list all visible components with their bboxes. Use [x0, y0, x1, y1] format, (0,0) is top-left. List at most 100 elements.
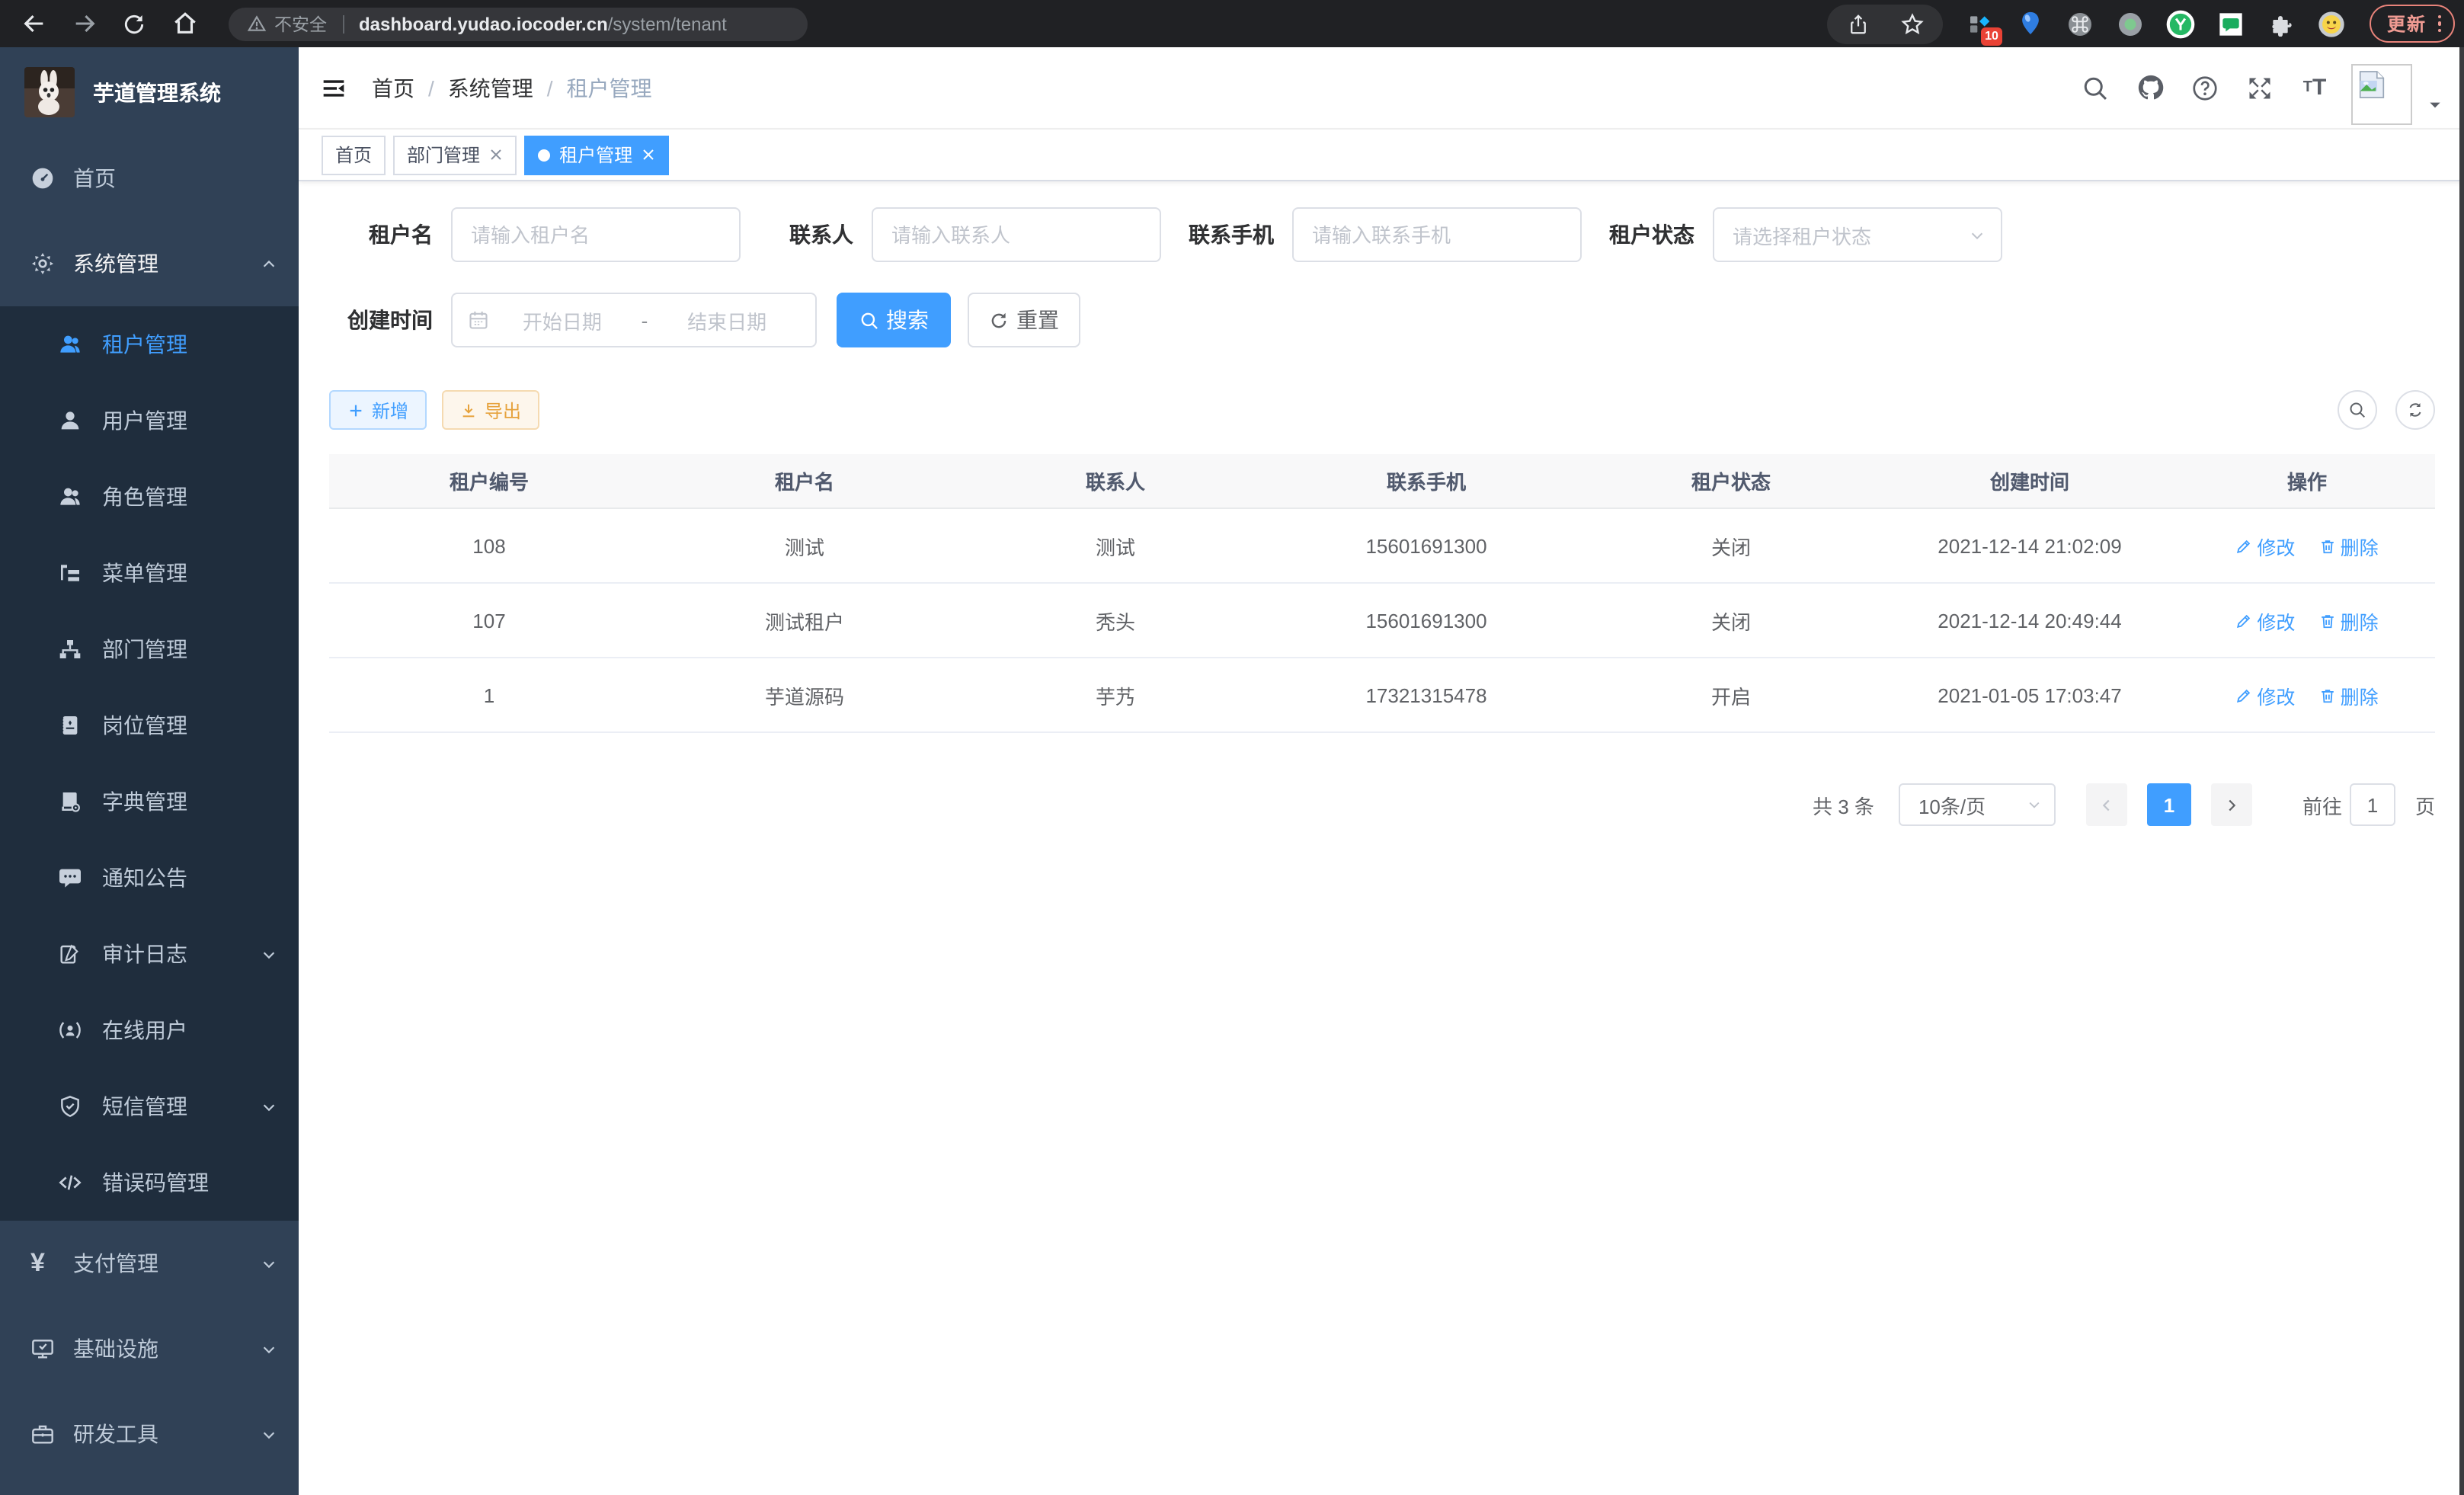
window-edge-scrollbar[interactable] [2459, 47, 2464, 1495]
tab-label: 租户管理 [559, 142, 632, 168]
extensions-puzzle-icon[interactable] [2267, 8, 2297, 39]
not-secure-icon [247, 14, 267, 34]
sidebar-item-post[interactable]: 岗位管理 [0, 687, 299, 764]
refresh-icon [989, 310, 1009, 330]
search-button[interactable]: 搜索 [837, 293, 951, 347]
breadcrumb-item[interactable]: 首页 [372, 72, 414, 103]
sidebar-item-label: 错误码管理 [102, 1167, 209, 1198]
sidebar: 芋道管理系统 首页 系统管理 [0, 47, 299, 1495]
sidebar-item-infra[interactable]: 基础设施 [0, 1306, 299, 1391]
goto-page-input[interactable] [2350, 783, 2395, 826]
sidebar-item-menu[interactable]: 菜单管理 [0, 535, 299, 611]
calendar-icon [468, 309, 489, 331]
browser-home-icon[interactable] [166, 5, 203, 42]
cell-tenant-name: 测试租户 [649, 583, 960, 658]
browser-update-button[interactable]: 更新 [2370, 5, 2455, 43]
edit-link[interactable]: 修改 [2235, 531, 2295, 560]
browser-menu-icon[interactable] [2437, 15, 2441, 33]
extension-tag-assistant-icon[interactable]: 10 [1965, 8, 1995, 39]
delete-link[interactable]: 删除 [2319, 531, 2379, 560]
sidebar-item-role[interactable]: 角色管理 [0, 459, 299, 535]
cell-status: 关闭 [1582, 508, 1880, 583]
sidebar-item-dept[interactable]: 部门管理 [0, 611, 299, 687]
trash-icon [2319, 612, 2336, 629]
refresh-table-button[interactable] [2395, 390, 2435, 430]
extension-pin-icon[interactable] [2015, 8, 2046, 39]
chevron-up-icon [261, 255, 277, 272]
extension-yuque-icon[interactable] [2166, 8, 2197, 39]
delete-link[interactable]: 删除 [2319, 680, 2379, 709]
bookmark-star-icon[interactable] [1898, 8, 1928, 39]
fullscreen-icon[interactable] [2245, 72, 2275, 103]
share-icon[interactable] [1843, 8, 1874, 39]
header-search-icon[interactable] [2080, 72, 2110, 103]
extension-command-icon[interactable] [2066, 8, 2096, 39]
sidebar-item-sms[interactable]: 短信管理 [0, 1068, 299, 1144]
browser-forward-icon[interactable] [66, 5, 102, 42]
edit-link[interactable]: 修改 [2235, 606, 2295, 635]
main-area: 首页 / 系统管理 / 租户管理 [299, 47, 2464, 1495]
breadcrumb-item[interactable]: 系统管理 [448, 72, 533, 103]
sidebar-item-user[interactable]: 用户管理 [0, 383, 299, 459]
create-time-range-picker[interactable]: 开始日期 - 结束日期 [451, 293, 817, 347]
sidebar-item-label: 菜单管理 [102, 558, 187, 588]
help-icon[interactable] [2190, 72, 2220, 103]
sidebar-item-payment[interactable]: ¥ 支付管理 [0, 1221, 299, 1306]
cell-status: 开启 [1582, 658, 1880, 732]
prev-page-button[interactable] [2086, 783, 2127, 826]
github-icon[interactable] [2135, 72, 2165, 103]
tab-tenant[interactable]: 租户管理 [524, 135, 669, 174]
browser-reload-icon[interactable] [116, 5, 152, 42]
page-number-current[interactable]: 1 [2147, 783, 2191, 826]
toggle-search-button[interactable] [2338, 390, 2377, 430]
extension-badge: 10 [1980, 27, 2003, 45]
avatar-dropdown-caret-icon[interactable] [2427, 97, 2443, 112]
sidebar-item-notice[interactable]: 通知公告 [0, 840, 299, 916]
sidebar-item-dict[interactable]: 字典管理 [0, 764, 299, 840]
tab-home[interactable]: 首页 [322, 135, 386, 174]
sidebar-item-tenant[interactable]: 租户管理 [0, 306, 299, 383]
mobile-input[interactable] [1292, 207, 1582, 262]
cell-tenant-id: 1 [329, 658, 649, 732]
log-edit-icon [58, 942, 82, 966]
tab-close-icon[interactable] [489, 148, 503, 162]
status-select[interactable]: 请选择租户状态 [1713, 207, 2002, 262]
edit-pencil-icon [2235, 687, 2252, 703]
edit-pencil-icon [2235, 537, 2252, 554]
edit-link[interactable]: 修改 [2235, 680, 2295, 709]
add-button[interactable]: 新增 [329, 390, 427, 430]
sidebar-item-online[interactable]: 在线用户 [0, 992, 299, 1068]
reset-button[interactable]: 重置 [968, 293, 1080, 347]
font-size-icon[interactable]: TT [2299, 72, 2330, 103]
tenant-name-input[interactable] [451, 207, 741, 262]
sidebar-fold-icon[interactable] [322, 75, 346, 100]
page-unit-label: 页 [2415, 790, 2435, 819]
delete-link[interactable]: 删除 [2319, 606, 2379, 635]
app-logo-row[interactable]: 芋道管理系统 [0, 47, 299, 136]
table-row: 1 芋道源码 芋艿 17321315478 开启 2021-01-05 17:0… [329, 658, 2435, 732]
contact-input[interactable] [872, 207, 1161, 262]
sidebar-item-devtools[interactable]: 研发工具 [0, 1391, 299, 1477]
page-size-select[interactable]: 10条/页 [1899, 783, 2056, 826]
sidebar-item-audit[interactable]: 审计日志 [0, 916, 299, 992]
tab-label: 首页 [335, 142, 372, 168]
tab-dept[interactable]: 部门管理 [393, 135, 517, 174]
next-page-button[interactable] [2211, 783, 2252, 826]
address-bar[interactable]: 不安全 dashboard.yudao.iocoder.cn/system/te… [229, 7, 808, 40]
sidebar-item-system[interactable]: 系统管理 [0, 221, 299, 306]
extension-chat-icon[interactable] [2216, 8, 2247, 39]
export-button[interactable]: 导出 [442, 390, 539, 430]
browser-back-icon[interactable] [15, 5, 52, 42]
profile-avatar-icon[interactable] [2317, 8, 2347, 39]
tab-close-icon[interactable] [642, 148, 655, 162]
sidebar-item-label: 部门管理 [102, 634, 187, 664]
sidebar-item-label: 系统管理 [73, 248, 158, 279]
extension-recorder-icon[interactable] [2116, 8, 2146, 39]
total-count: 共 3 条 [1813, 790, 1874, 819]
online-user-icon [58, 1018, 82, 1042]
monitor-icon [30, 1337, 55, 1361]
reset-label: 重置 [1016, 305, 1059, 335]
sidebar-item-errcode[interactable]: 错误码管理 [0, 1144, 299, 1221]
sidebar-item-home[interactable]: 首页 [0, 136, 299, 221]
user-avatar[interactable] [2351, 63, 2412, 124]
